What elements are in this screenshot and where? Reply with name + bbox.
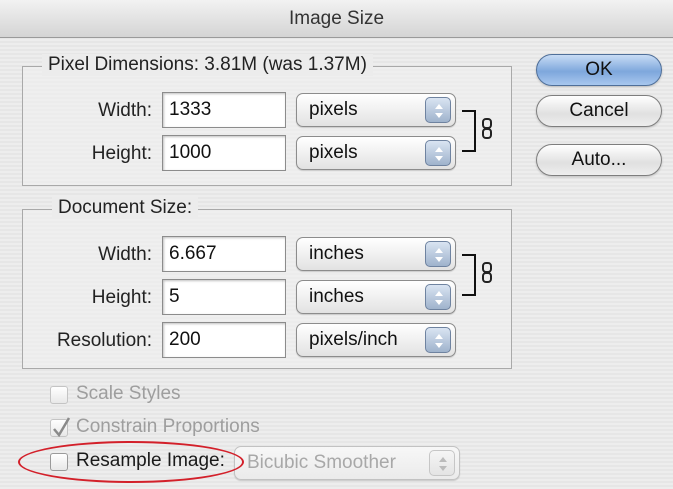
pixel-dimensions-legend: Pixel Dimensions: 3.81M (was 1.37M) xyxy=(42,54,373,76)
resample-highlight-oval xyxy=(18,441,244,483)
up-down-arrows-icon xyxy=(425,97,451,123)
pixel-link-bracket xyxy=(462,110,476,152)
doc-link-bracket xyxy=(462,254,476,296)
scale-styles-checkbox[interactable] xyxy=(50,386,68,404)
resolution-unit-select[interactable]: pixels/inch xyxy=(296,323,456,357)
cancel-button[interactable]: Cancel xyxy=(536,95,662,127)
constrain-proportions-checkbox[interactable] xyxy=(50,417,71,438)
constrain-proportions-label: Constrain Proportions xyxy=(76,416,260,437)
dialog-title: Image Size xyxy=(0,0,673,38)
resample-method-select[interactable]: Bicubic Smoother xyxy=(234,446,460,480)
doc-height-label: Height: xyxy=(91,287,152,308)
resolution-unit-label: pixels/inch xyxy=(309,329,398,350)
doc-height-unit-label: inches xyxy=(309,286,364,307)
pixel-width-unit-label: pixels xyxy=(309,99,358,120)
resolution-label: Resolution: xyxy=(56,330,152,351)
auto-button[interactable]: Auto... xyxy=(536,144,662,176)
doc-width-label: Width: xyxy=(98,244,152,265)
doc-width-unit-select[interactable]: inches xyxy=(296,237,456,271)
scale-styles-label: Scale Styles xyxy=(76,383,181,404)
document-size-legend: Document Size: xyxy=(52,197,199,219)
resample-method-label: Bicubic Smoother xyxy=(247,452,396,473)
up-down-arrows-icon xyxy=(425,284,451,310)
pixel-width-label: Width: xyxy=(98,100,152,121)
up-down-arrows-icon xyxy=(425,327,451,353)
doc-width-unit-label: inches xyxy=(309,243,364,264)
doc-height-field[interactable]: 5 xyxy=(162,279,286,315)
doc-height-unit-select[interactable]: inches xyxy=(296,280,456,314)
chain-link-icon xyxy=(482,118,492,139)
up-down-arrows-icon xyxy=(425,140,451,166)
pixel-height-label: Height: xyxy=(91,143,152,164)
pixel-height-field[interactable]: 1000 xyxy=(162,135,286,171)
resolution-field[interactable]: 200 xyxy=(162,322,286,358)
up-down-arrows-icon xyxy=(425,241,451,267)
chain-link-icon xyxy=(482,262,492,283)
image-size-dialog: Image Size Pixel Dimensions: 3.81M (was … xyxy=(0,0,673,489)
ok-button[interactable]: OK xyxy=(536,54,662,86)
checkmark-icon xyxy=(53,417,71,438)
up-down-arrows-icon xyxy=(429,450,455,476)
pixel-height-unit-label: pixels xyxy=(309,142,358,163)
pixel-width-field[interactable]: 1333 xyxy=(162,92,286,128)
pixel-width-unit-select[interactable]: pixels xyxy=(296,93,456,127)
doc-width-field[interactable]: 6.667 xyxy=(162,236,286,272)
pixel-height-unit-select[interactable]: pixels xyxy=(296,136,456,170)
